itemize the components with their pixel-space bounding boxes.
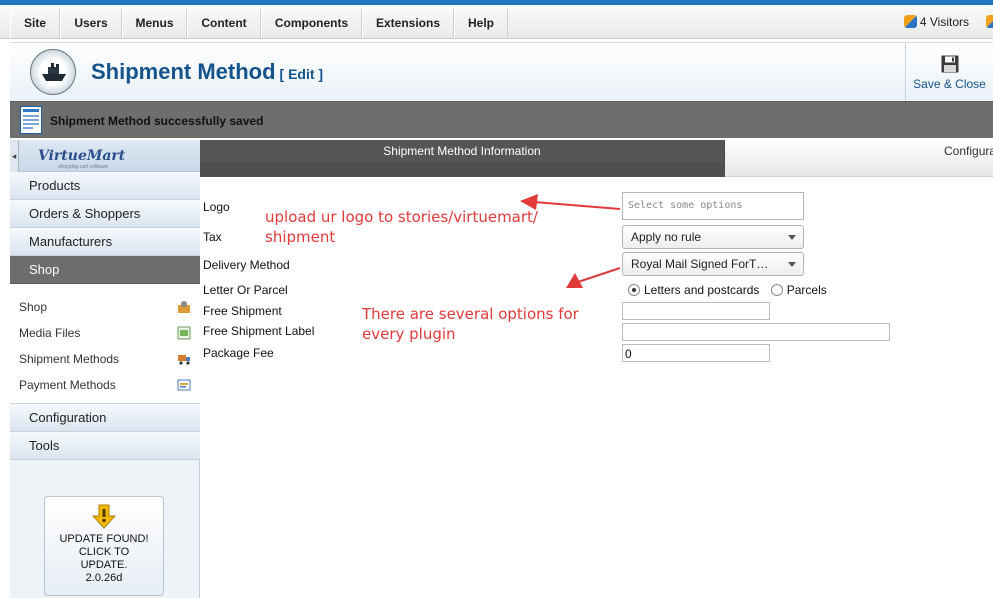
logo-arrow-line [533, 201, 621, 210]
options-arrow-line [577, 267, 621, 283]
annotation-arrows [520, 194, 621, 288]
logo-arrow-head [520, 194, 538, 210]
